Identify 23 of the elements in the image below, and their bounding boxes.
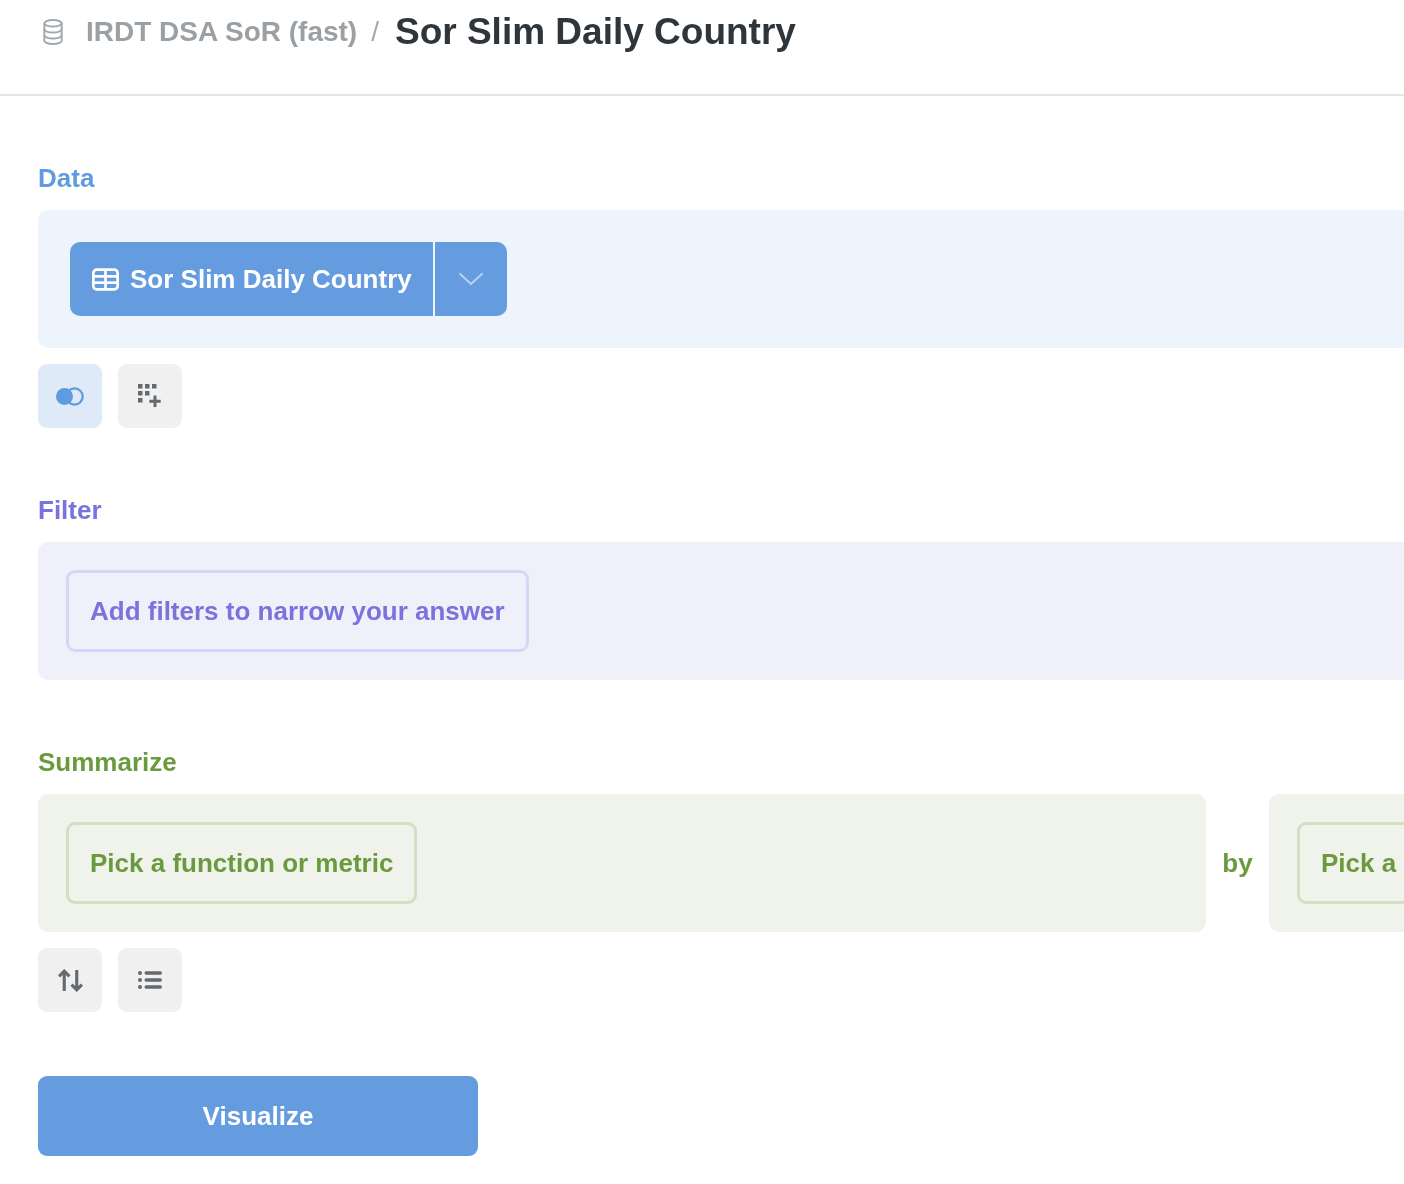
summarize-section-label: Summarize — [38, 746, 177, 778]
data-section-label: Data — [38, 162, 95, 194]
database-name[interactable]: IRDT DSA SoR (fast) — [86, 10, 358, 54]
join-icon — [55, 386, 85, 406]
chevron-down-icon — [457, 272, 484, 286]
join-button[interactable] — [38, 364, 102, 428]
grid-plus-icon — [138, 384, 162, 408]
row-limit-button[interactable] — [118, 948, 182, 1012]
by-label: by — [1221, 847, 1254, 879]
question-title: Sor Slim Daily Country — [394, 10, 796, 54]
custom-column-button[interactable] — [118, 364, 182, 428]
pick-metric-button[interactable]: Pick a function or metric — [66, 822, 418, 904]
breadcrumb-separator: / — [371, 15, 379, 49]
database-icon — [42, 19, 64, 45]
add-filter-button[interactable]: Add filters to narrow your answer — [66, 570, 529, 652]
visualize-button[interactable]: Visualize — [38, 1076, 478, 1156]
pick-column-button[interactable]: Pick a — [1297, 822, 1404, 904]
table-icon — [92, 267, 119, 291]
table-picker-button[interactable]: Sor Slim Daily Country — [70, 242, 433, 316]
sort-arrows-icon — [57, 968, 83, 992]
list-icon — [138, 971, 162, 989]
sort-button[interactable] — [38, 948, 102, 1012]
filter-section-label: Filter — [38, 494, 102, 526]
